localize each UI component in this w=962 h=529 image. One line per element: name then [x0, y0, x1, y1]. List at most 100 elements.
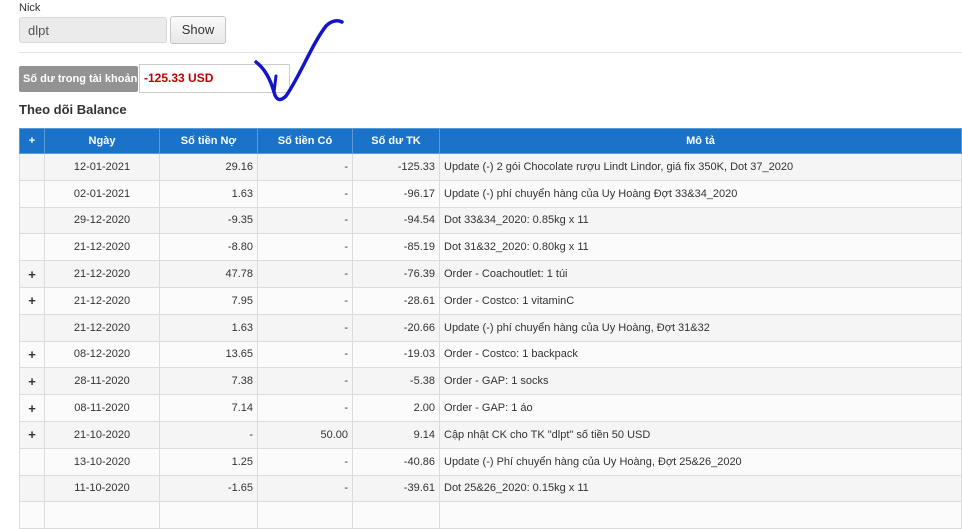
cell-description: Order - GAP: 1 socks — [439, 367, 962, 396]
col-desc-header: Mô tả — [439, 128, 962, 154]
cell-debit: -9.35 — [159, 206, 258, 235]
cell-date: 21-12-2020 — [44, 233, 160, 262]
row-expand-toggle[interactable]: + — [19, 420, 45, 449]
cell-balance: -39.61 — [352, 474, 440, 503]
row-expand-toggle — [19, 206, 45, 235]
table-row: 21-12-2020 1.63- -20.66 Update (-) phí chuy… — [19, 313, 962, 342]
cell-balance: -28.61 — [352, 286, 440, 315]
row-expand-toggle — [19, 447, 45, 476]
cell-debit: -1.65 — [159, 474, 258, 503]
balance-label: Số dư trong tài khoản: — [19, 66, 141, 92]
cell-credit: - — [257, 206, 353, 235]
table-row: +21-12-2020 47.78- -76.39 Order - Coachoutl… — [19, 260, 962, 288]
cell-date: 11-10-2020 — [44, 474, 160, 503]
row-expand-toggle[interactable]: + — [19, 367, 45, 396]
cell-debit — [159, 501, 258, 529]
col-date-header: Ngày — [44, 128, 160, 154]
row-expand-toggle[interactable]: + — [19, 340, 45, 369]
table-row: 21-12-2020 -8.80- -85.19 Dot 31&32_2020: 0.… — [19, 233, 962, 262]
cell-balance: -19.03 — [352, 340, 440, 369]
cell-credit: - — [257, 340, 353, 369]
cell-balance: -85.19 — [352, 233, 440, 262]
row-expand-toggle[interactable]: + — [19, 394, 45, 422]
cell-credit: - — [257, 313, 353, 342]
cell-credit: 50.00 — [257, 420, 353, 449]
cell-debit: -8.80 — [159, 233, 258, 262]
cell-credit: - — [257, 474, 353, 503]
cell-date: 21-12-2020 — [44, 286, 160, 315]
cell-description: Update (-) Phí chuyển hàng của Uy Hoàng,… — [439, 447, 962, 476]
cell-credit: - — [257, 367, 353, 396]
cell-description: Order - Costco: 1 vitaminC — [439, 286, 962, 315]
cell-description: Update (-) phí chuyển hàng của Uy Hoàng,… — [439, 313, 962, 342]
cell-balance: -76.39 — [352, 260, 440, 288]
cell-date: 02-01-2021 — [44, 179, 160, 208]
cell-description: Dot 25&26_2020: 0.15kg x 11 — [439, 474, 962, 503]
cell-description: Order - Costco: 1 backpack — [439, 340, 962, 369]
cell-description — [439, 501, 962, 529]
cell-balance: -20.66 — [352, 313, 440, 342]
row-expand-toggle — [19, 179, 45, 208]
table-header-row: + Ngày Số tiền Nợ Số tiền Có Số dư TK Mô… — [19, 128, 962, 154]
nick-input[interactable]: dlpt — [19, 17, 167, 43]
cell-date: 29-12-2020 — [44, 206, 160, 235]
cell-debit: 7.38 — [159, 367, 258, 396]
cell-balance: -125.33 — [352, 153, 440, 181]
cell-debit: 1.25 — [159, 447, 258, 476]
cell-credit: - — [257, 179, 353, 208]
cell-date: 28-11-2020 — [44, 367, 160, 396]
cell-description: Order - Coachoutlet: 1 túi — [439, 260, 962, 288]
col-credit-header: Số tiền Có — [257, 128, 353, 154]
cell-debit: 7.95 — [159, 286, 258, 315]
row-expand-toggle[interactable]: + — [19, 260, 45, 288]
cell-credit: - — [257, 153, 353, 181]
row-expand-toggle — [19, 474, 45, 503]
cell-description: Cập nhật CK cho TK "dlpt" số tiền 50 USD — [439, 420, 962, 449]
cell-credit: - — [257, 260, 353, 288]
cell-debit: - — [159, 420, 258, 449]
balance-table: + Ngày Số tiền Nợ Số tiền Có Số dư TK Mô… — [19, 128, 962, 529]
cell-date: 21-10-2020 — [44, 420, 160, 449]
table-row: 13-10-2020 1.25- -40.86 Update (-) Phí chuy… — [19, 447, 962, 476]
cell-description: Dot 31&32_2020: 0.80kg x 11 — [439, 233, 962, 262]
table-row: +08-12-2020 13.65- -19.03 Order - Costco: 1… — [19, 340, 962, 369]
table-row — [19, 501, 962, 529]
cell-description: Order - GAP: 1 áo — [439, 394, 962, 422]
table-row: +28-11-2020 7.38- -5.38 Order - GAP: 1 sock… — [19, 367, 962, 396]
cell-credit — [257, 501, 353, 529]
cell-debit: 1.63 — [159, 313, 258, 342]
section-title: Theo dõi Balance — [19, 102, 127, 117]
cell-credit: - — [257, 286, 353, 315]
cell-balance: -94.54 — [352, 206, 440, 235]
cell-balance: 9.14 — [352, 420, 440, 449]
col-debit-header: Số tiền Nợ — [159, 128, 258, 154]
cell-balance: 2.00 — [352, 394, 440, 422]
cell-date — [44, 501, 160, 529]
cell-debit: 1.63 — [159, 179, 258, 208]
divider — [19, 52, 962, 53]
row-expand-toggle[interactable]: + — [19, 286, 45, 315]
cell-description: Dot 33&34_2020: 0.85kg x 11 — [439, 206, 962, 235]
cell-date: 12-01-2021 — [44, 153, 160, 181]
show-button[interactable]: Show — [170, 16, 226, 44]
cell-date: 21-12-2020 — [44, 260, 160, 288]
cell-balance — [352, 501, 440, 529]
cell-credit: - — [257, 447, 353, 476]
cell-date: 08-12-2020 — [44, 340, 160, 369]
col-expand-header[interactable]: + — [19, 128, 45, 154]
table-row: 12-01-2021 29.16- -125.33 Update (-) 2 gói … — [19, 153, 962, 181]
table-row: +21-12-2020 7.95- -28.61 Order - Costco: 1 … — [19, 286, 962, 315]
checkmark-annotation — [254, 19, 344, 102]
cell-credit: - — [257, 233, 353, 262]
table-row: 02-01-2021 1.63- -96.17 Update (-) phí chuy… — [19, 179, 962, 208]
cell-balance: -40.86 — [352, 447, 440, 476]
row-expand-toggle — [19, 313, 45, 342]
cell-balance: -5.38 — [352, 367, 440, 396]
table-row: 11-10-2020 -1.65- -39.61 Dot 25&26_2020: 0.… — [19, 474, 962, 503]
cell-debit: 47.78 — [159, 260, 258, 288]
table-row: +21-10-2020-50.00 9.14 Cập nhật CK cho TK … — [19, 420, 962, 449]
cell-credit: - — [257, 394, 353, 422]
table-row: +08-11-2020 7.14-2.00 Order - GAP: 1 áo — [19, 394, 962, 422]
table-row: 29-12-2020 -9.35- -94.54 Dot 33&34_2020: 0.… — [19, 206, 962, 235]
cell-debit: 29.16 — [159, 153, 258, 181]
